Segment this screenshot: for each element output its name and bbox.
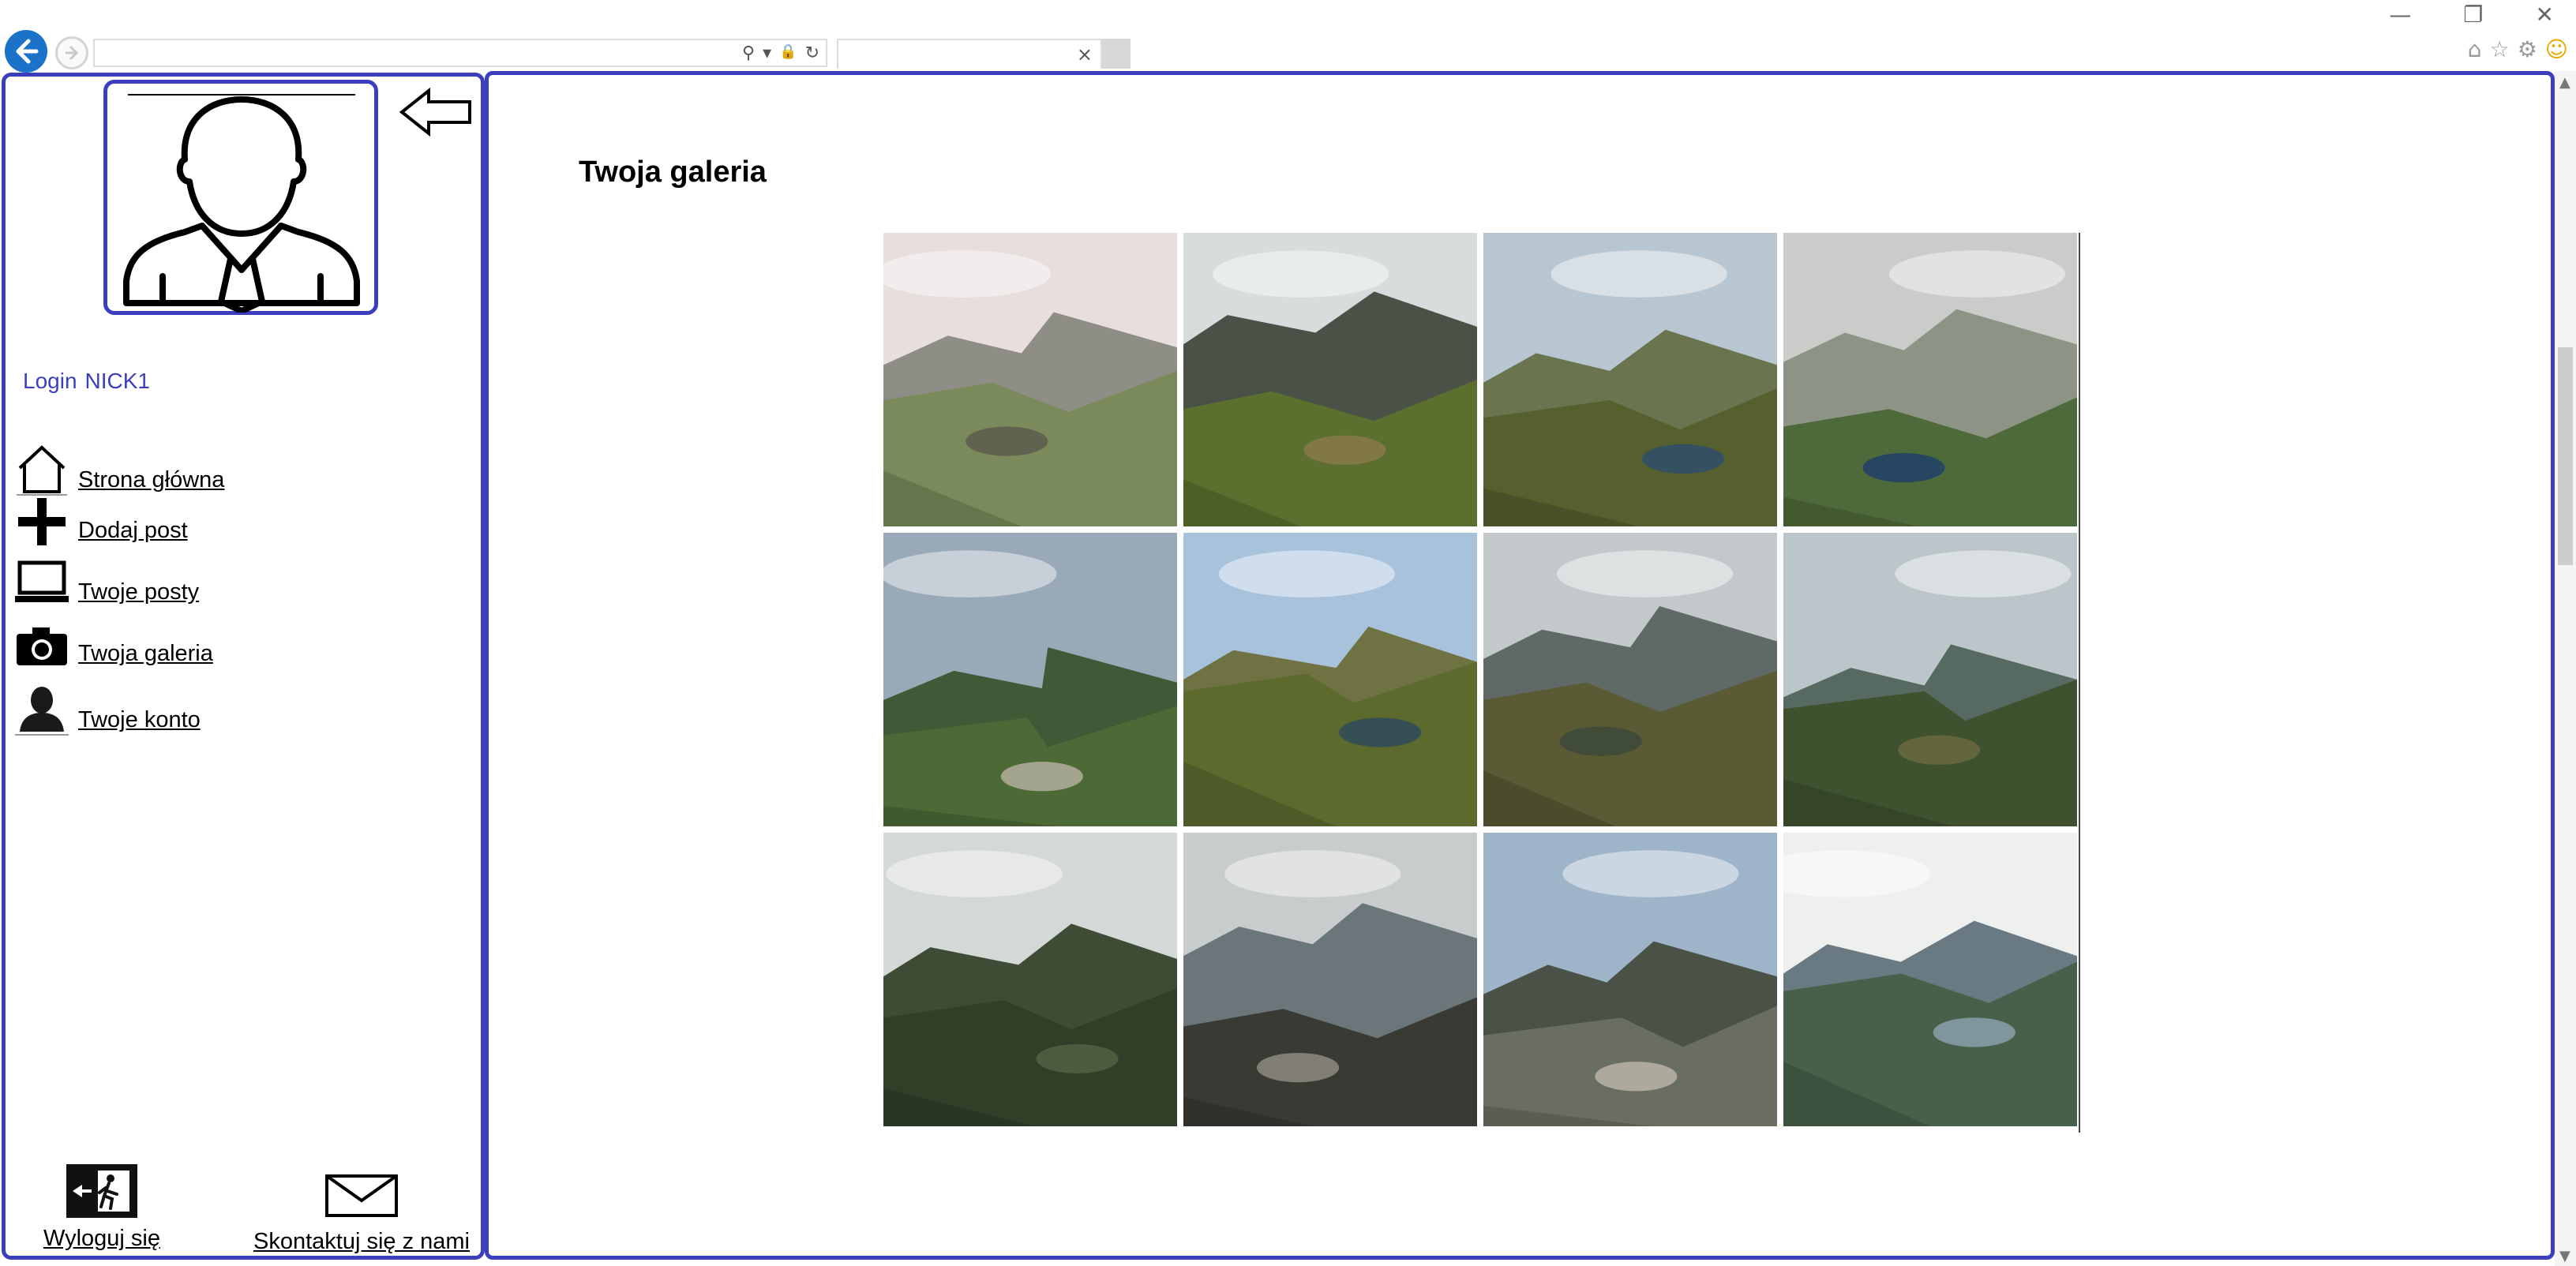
nav-label-home[interactable]: Strona główna — [78, 469, 224, 496]
settings-gear-icon[interactable]: ⚙ — [2518, 36, 2537, 62]
collapse-arrow-icon[interactable] — [399, 88, 474, 137]
forward-button[interactable] — [55, 36, 88, 69]
mountain-photo-1 — [883, 233, 1177, 526]
person-icon — [13, 684, 70, 736]
gallery-photo[interactable] — [1783, 233, 2077, 526]
restore-icon[interactable]: ❐ — [2463, 2, 2483, 28]
logout-button[interactable]: Wyloguj się — [39, 1163, 165, 1252]
browser-window: ⚲ ▾ 🔒 ↻ × — ❐ ✕ ⌂ ☆ ⚙ ☺ Login NICK1 Stro… — [0, 0, 2576, 1266]
mountain-photo-10 — [1183, 833, 1477, 1126]
nav-item-posts[interactable]: Twoje posty — [13, 556, 199, 609]
gallery-photo[interactable] — [883, 533, 1177, 826]
login-value: NICK1 — [84, 369, 150, 393]
address-icons: ⚲ ▾ 🔒 ↻ — [742, 43, 819, 63]
refresh-icon[interactable]: ↻ — [805, 43, 819, 63]
nav-item-gallery[interactable]: Twoja galeria — [13, 618, 213, 670]
back-arrow-icon — [16, 39, 39, 64]
mountain-photo-3 — [1483, 233, 1777, 526]
tab-close-icon[interactable]: × — [1077, 43, 1093, 66]
forward-arrow-icon — [66, 45, 79, 61]
nav-label-gallery[interactable]: Twoja galeria — [78, 642, 213, 670]
browser-icons: ⌂ ☆ ⚙ ☺ — [2468, 36, 2568, 62]
main-content: Twoja galeria — [485, 71, 2555, 1260]
search-icon[interactable]: ⚲ — [742, 43, 755, 63]
window-controls: — ❐ ✕ — [2389, 2, 2554, 28]
dropdown-icon[interactable]: ▾ — [763, 43, 771, 63]
gallery-photo[interactable] — [1783, 533, 2077, 826]
contact-button[interactable]: Skontaktuj się z nami — [247, 1174, 476, 1255]
mountain-photo-5 — [883, 533, 1177, 826]
home-browser-icon[interactable]: ⌂ — [2468, 36, 2482, 62]
gallery-photo[interactable] — [883, 833, 1177, 1126]
scroll-down-icon[interactable]: ▼ — [2559, 1248, 2570, 1264]
lock-icon: 🔒 — [779, 43, 797, 60]
nav-item-add-post[interactable]: Dodaj post — [13, 495, 188, 547]
nav-label-add-post[interactable]: Dodaj post — [78, 519, 188, 547]
contact-label[interactable]: Skontaktuj się z nami — [253, 1229, 470, 1254]
page-title: Twoja galeria — [579, 155, 767, 189]
gallery-photo[interactable] — [1483, 533, 1777, 826]
mountain-photo-4 — [1783, 233, 2077, 526]
laptop-icon — [13, 556, 70, 609]
gallery-photo[interactable] — [1483, 233, 1777, 526]
feedback-smiley-icon[interactable]: ☺ — [2545, 36, 2568, 62]
gallery-photo[interactable] — [1183, 833, 1477, 1126]
user-avatar-icon — [123, 94, 360, 313]
mountain-photo-6 — [1183, 533, 1477, 826]
scrollbar-thumb[interactable] — [2558, 347, 2573, 565]
scroll-up-icon[interactable]: ▲ — [2559, 74, 2570, 91]
photo-gallery — [883, 233, 2080, 1133]
plus-icon — [13, 495, 70, 547]
camera-icon — [13, 618, 70, 670]
gallery-photo[interactable] — [1783, 833, 2077, 1126]
new-tab-button[interactable] — [1102, 39, 1131, 69]
gallery-photo[interactable] — [1483, 833, 1777, 1126]
nav-label-posts[interactable]: Twoje posty — [78, 581, 199, 609]
gallery-photo[interactable] — [1183, 533, 1477, 826]
back-button[interactable] — [5, 30, 47, 73]
envelope-icon — [325, 1174, 398, 1217]
browser-toolbar: ⚲ ▾ 🔒 ↻ × — ❐ ✕ ⌂ ☆ ⚙ ☺ — [0, 0, 2576, 73]
favorites-star-icon[interactable]: ☆ — [2490, 36, 2510, 62]
login-info: Login NICK1 — [23, 369, 158, 394]
mountain-photo-8 — [1783, 533, 2077, 826]
gallery-photo[interactable] — [1183, 233, 1477, 526]
login-label: Login — [23, 369, 77, 393]
nav-item-account[interactable]: Twoje konto — [13, 684, 201, 736]
browser-tab[interactable]: × — [837, 39, 1102, 69]
nav-label-account[interactable]: Twoje konto — [78, 709, 201, 736]
exit-icon — [66, 1164, 137, 1218]
mountain-photo-2 — [1183, 233, 1477, 526]
sidebar: Login NICK1 Strona główna Dodaj post Two… — [2, 73, 485, 1260]
gallery-photo[interactable] — [883, 233, 1177, 526]
mountain-photo-9 — [883, 833, 1177, 1126]
mountain-photo-7 — [1483, 533, 1777, 826]
address-bar[interactable]: ⚲ ▾ 🔒 ↻ — [93, 39, 827, 67]
avatar[interactable] — [103, 80, 378, 315]
mountain-photo-11 — [1483, 833, 1777, 1126]
mountain-photo-12 — [1783, 833, 2077, 1126]
minimize-icon[interactable]: — — [2389, 2, 2411, 28]
home-icon — [13, 444, 70, 496]
nav-item-home[interactable]: Strona główna — [13, 444, 224, 496]
close-icon[interactable]: ✕ — [2536, 2, 2554, 28]
scrollbar[interactable]: ▲ ▼ — [2555, 71, 2576, 1266]
logout-label[interactable]: Wyloguj się — [43, 1226, 160, 1251]
